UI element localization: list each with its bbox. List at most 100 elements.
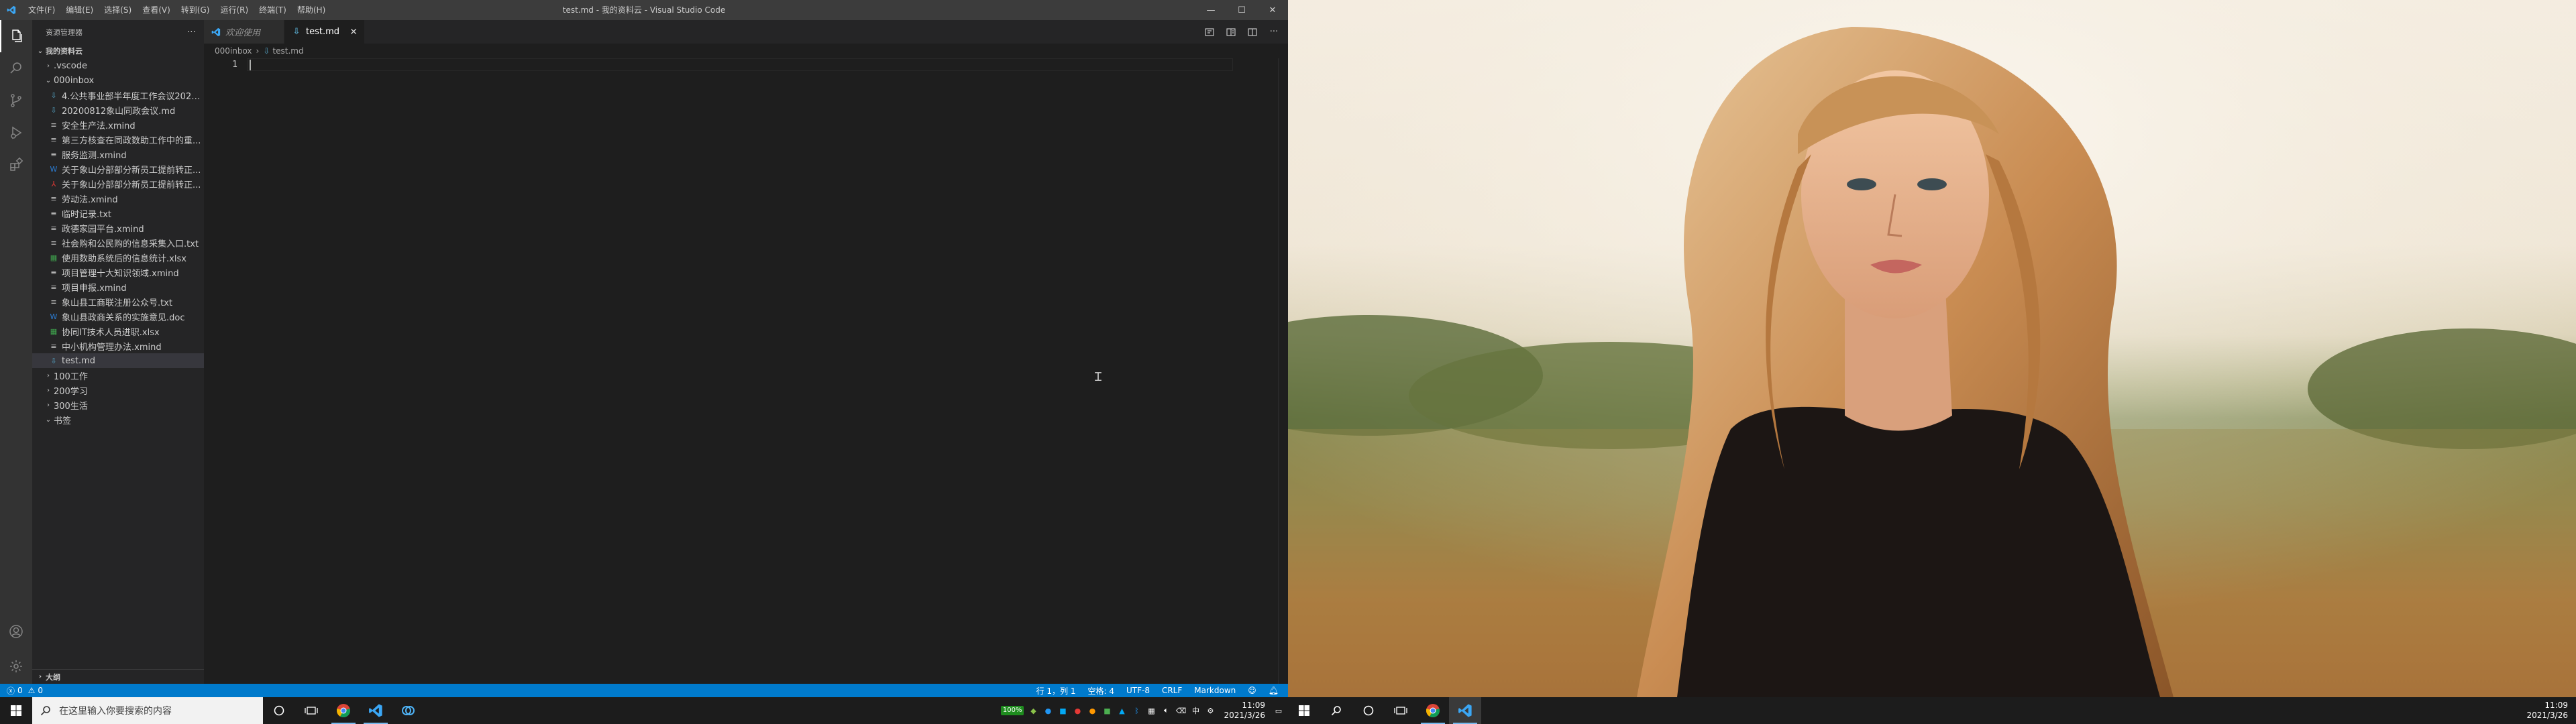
more-actions-icon[interactable]: ··· bbox=[187, 27, 196, 38]
end-of-line[interactable]: CRLF bbox=[1162, 686, 1182, 695]
extensions-icon[interactable] bbox=[0, 149, 32, 181]
run-debug-icon[interactable] bbox=[0, 117, 32, 149]
app-tray-icon[interactable]: ■ bbox=[1102, 705, 1112, 716]
app-tray-icon[interactable]: ▲ bbox=[1116, 705, 1127, 716]
problems-indicator[interactable]: ⓧ 0 ⚠ 0 bbox=[0, 685, 43, 697]
tree-file[interactable]: ≡ 政德家园平台.xmind bbox=[32, 221, 204, 235]
tree-file[interactable]: W 象山县政商关系的实施意见.doc bbox=[32, 309, 204, 324]
taskbar-search-box[interactable]: 在这里输入你要搜索的内容 bbox=[32, 697, 263, 724]
tree-file[interactable]: ≡ 临时记录.txt bbox=[32, 206, 204, 221]
tree-file[interactable]: ≡ 社会购和公民购的信息采集入口.txt bbox=[32, 235, 204, 250]
encoding[interactable]: UTF-8 bbox=[1126, 686, 1150, 695]
current-line-highlight[interactable] bbox=[247, 58, 1233, 71]
minimize-button[interactable]: — bbox=[1195, 0, 1226, 20]
search-icon[interactable] bbox=[0, 52, 32, 84]
menu-item[interactable]: 编辑(E) bbox=[60, 0, 99, 20]
markdown-file-icon: ⇩ bbox=[263, 46, 270, 56]
maximize-button[interactable]: ☐ bbox=[1226, 0, 1257, 20]
bluetooth-icon[interactable]: ᛒ bbox=[1131, 705, 1142, 716]
cortana-icon[interactable] bbox=[263, 697, 295, 724]
chrome-icon[interactable] bbox=[327, 697, 360, 724]
search-icon[interactable] bbox=[1320, 697, 1352, 724]
menu-item[interactable]: 选择(S) bbox=[99, 0, 137, 20]
app-tray-icon[interactable]: ● bbox=[1072, 705, 1083, 716]
task-view-icon[interactable] bbox=[295, 697, 327, 724]
app-tray-icon[interactable]: ⌫ bbox=[1175, 705, 1187, 716]
workspace-section[interactable]: ⌄ 我的资料云 bbox=[32, 44, 204, 58]
app-tray-icon[interactable]: ■ bbox=[1057, 705, 1068, 716]
volume-icon[interactable]: 🔈︎ bbox=[1161, 705, 1171, 716]
menu-item[interactable]: 帮助(H) bbox=[292, 0, 331, 20]
tree-file[interactable]: W 关于象山分部部分新员工提前转正... bbox=[32, 162, 204, 176]
app-tray-icon[interactable]: ● bbox=[1042, 705, 1053, 716]
chrome-icon[interactable] bbox=[1417, 697, 1449, 724]
split-editor-icon[interactable] bbox=[1244, 23, 1261, 41]
tree-file[interactable]: ▦ 协同IT技术人员进职.xlsx bbox=[32, 324, 204, 339]
more-actions-icon[interactable]: ··· bbox=[1265, 23, 1283, 41]
notification-center-icon[interactable]: ▭ bbox=[1273, 705, 1284, 716]
task-view-icon[interactable] bbox=[1385, 697, 1417, 724]
battery-indicator[interactable]: 100% bbox=[1000, 706, 1024, 715]
tree-file[interactable]: ≡ 象山县工商联注册公众号.txt bbox=[32, 294, 204, 309]
tree-file[interactable]: ≡ 项目申报.xmind bbox=[32, 280, 204, 294]
explorer-files-icon[interactable] bbox=[0, 20, 32, 52]
menu-item[interactable]: 查看(V) bbox=[137, 0, 176, 20]
tree-file[interactable]: ⇩ test.md bbox=[32, 353, 204, 368]
close-tab-icon[interactable]: ✕ bbox=[350, 27, 358, 38]
app-tray-icon[interactable]: ⚙ bbox=[1205, 705, 1216, 716]
vertical-scrollbar[interactable] bbox=[1279, 58, 1288, 684]
tree-folder[interactable]: › .vscode bbox=[32, 58, 204, 73]
source-control-icon[interactable] bbox=[0, 84, 32, 117]
tree-file[interactable]: ≡ 项目管理十大知识领域.xmind bbox=[32, 265, 204, 280]
tree-folder[interactable]: › 300生活 bbox=[32, 398, 204, 412]
status-bar: ⓧ 0 ⚠ 0 行 1，列 1 空格: 4 UTF-8 CRLF Markdow… bbox=[0, 684, 1288, 697]
menu-item[interactable]: 转到(G) bbox=[176, 0, 215, 20]
settings-gear-icon[interactable] bbox=[0, 650, 32, 682]
tree-folder[interactable]: › 200学习 bbox=[32, 383, 204, 398]
clock[interactable]: 11:09 2021/3/26 bbox=[2526, 701, 2568, 721]
menu-item[interactable]: 运行(R) bbox=[215, 0, 254, 20]
notifications-bell-icon[interactable]: 🔔︎ bbox=[1269, 686, 1279, 695]
network-icon[interactable]: ▦ bbox=[1146, 705, 1157, 716]
tree-file[interactable]: ≡ 中小机构管理办法.xmind bbox=[32, 339, 204, 353]
vscode-logo-icon[interactable] bbox=[0, 0, 23, 20]
tree-file[interactable]: ≡ 服务监测.xmind bbox=[32, 147, 204, 162]
windows-start-icon[interactable] bbox=[0, 697, 32, 724]
tree-file[interactable]: ⅄ 关于象山分部部分新员工提前转正... bbox=[32, 176, 204, 191]
preview-side-icon[interactable] bbox=[1222, 23, 1240, 41]
indentation[interactable]: 空格: 4 bbox=[1087, 685, 1114, 697]
tree-file[interactable]: ≡ 劳动法.xmind bbox=[32, 191, 204, 206]
ime-icon[interactable]: 中 bbox=[1190, 705, 1201, 716]
tab-test-md[interactable]: ⇩ test.md ✕ bbox=[284, 20, 365, 44]
tab-label: test.md bbox=[306, 27, 340, 37]
vscode-taskbar-icon[interactable] bbox=[1449, 697, 1481, 724]
cursor-position[interactable]: 行 1，列 1 bbox=[1036, 685, 1076, 697]
app-tray-icon[interactable]: ◆ bbox=[1028, 705, 1038, 716]
tree-file[interactable]: ⇩ 20200812象山同政会议.md bbox=[32, 103, 204, 117]
language-mode[interactable]: Markdown bbox=[1194, 686, 1236, 695]
menu-item[interactable]: 文件(F) bbox=[23, 0, 60, 20]
cortana-icon[interactable] bbox=[1352, 697, 1385, 724]
open-preview-icon[interactable] bbox=[1201, 23, 1218, 41]
sync-app-icon[interactable] bbox=[392, 697, 424, 724]
tree-folder[interactable]: ⌄ 书签 bbox=[32, 412, 204, 427]
feedback-icon[interactable]: ☺ bbox=[1248, 686, 1256, 695]
vscode-taskbar-icon[interactable] bbox=[360, 697, 392, 724]
activity-bar bbox=[0, 20, 32, 684]
windows-start-icon[interactable] bbox=[1288, 697, 1320, 724]
tree-file[interactable]: ⇩ 4.公共事业部半年度工作会议20200... bbox=[32, 88, 204, 103]
clock[interactable]: 11:09 2021/3/26 bbox=[1224, 701, 1265, 721]
tree-file[interactable]: ≡ 安全生产法.xmind bbox=[32, 117, 204, 132]
close-window-button[interactable]: ✕ bbox=[1257, 0, 1288, 20]
breadcrumb-folder[interactable]: 000inbox bbox=[215, 46, 252, 56]
tree-file[interactable]: ≡ 第三方核查在同政数助工作中的重... bbox=[32, 132, 204, 147]
tree-folder[interactable]: ⌄ 000inbox bbox=[32, 73, 204, 88]
breadcrumb-file[interactable]: test.md bbox=[272, 46, 303, 56]
app-tray-icon[interactable]: ● bbox=[1087, 705, 1097, 716]
account-icon[interactable] bbox=[0, 615, 32, 648]
menu-item[interactable]: 终端(T) bbox=[254, 0, 292, 20]
tree-file[interactable]: ▦ 使用数助系统后的信息统计.xlsx bbox=[32, 250, 204, 265]
outline-section[interactable]: › 大纲 bbox=[32, 669, 204, 684]
tab-welcome[interactable]: 欢迎使用 bbox=[204, 20, 284, 44]
tree-folder[interactable]: › 100工作 bbox=[32, 368, 204, 383]
